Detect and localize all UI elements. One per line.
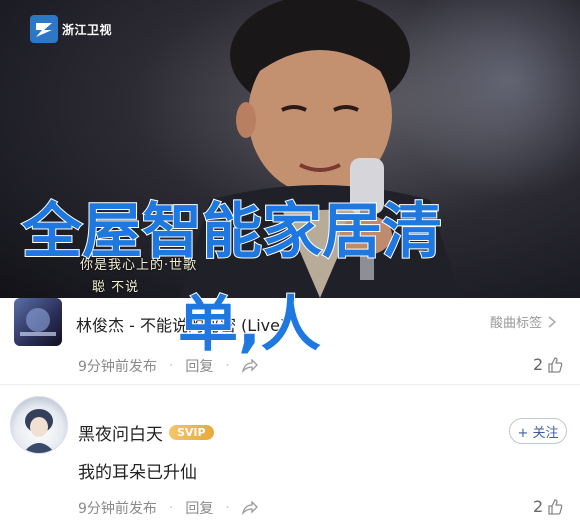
comment-meta: 9分钟前发布 · 回复 · — [78, 498, 258, 518]
comment-text: 我的耳朵已升仙 — [78, 463, 197, 483]
channel-logo: 浙江卫视 — [30, 15, 112, 43]
comment-like-count: 2 — [533, 497, 544, 516]
thumbs-up-icon — [548, 498, 563, 515]
tag-button-label: 酸曲标签 — [490, 316, 543, 331]
channel-logo-icon — [30, 15, 58, 43]
channel-logo-text: 浙江卫视 — [62, 22, 113, 37]
song-like-button[interactable]: 2 — [533, 355, 563, 374]
song-share-button[interactable] — [241, 359, 258, 373]
svip-badge: SVIP — [169, 425, 214, 440]
comment-username[interactable]: 黑夜问白天 SVIP — [78, 420, 214, 445]
song-like-count: 2 — [533, 355, 544, 374]
song-cover-thumbnail[interactable] — [14, 298, 62, 346]
comment-reply-button[interactable]: 回复 — [185, 498, 213, 518]
comment-time: 9分钟前发布 — [78, 501, 157, 517]
song-time: 9分钟前发布 — [78, 359, 157, 375]
tag-button[interactable]: 酸曲标签 — [490, 312, 557, 331]
lyric-line-2: 聪 不说 — [92, 280, 140, 295]
overlay-headline-2: 单,人 — [177, 289, 322, 361]
chevron-right-icon — [548, 315, 557, 328]
comment-like-button[interactable]: 2 — [533, 497, 563, 516]
thumbs-up-icon — [548, 356, 563, 373]
row-divider — [0, 384, 580, 385]
share-icon — [241, 501, 258, 515]
comment-share-button[interactable] — [241, 501, 258, 515]
share-icon — [241, 359, 258, 373]
follow-button[interactable]: + 关注 — [509, 418, 567, 444]
overlay-headline-1: 全屋智能家居清 — [21, 196, 443, 268]
avatar[interactable] — [10, 396, 68, 454]
